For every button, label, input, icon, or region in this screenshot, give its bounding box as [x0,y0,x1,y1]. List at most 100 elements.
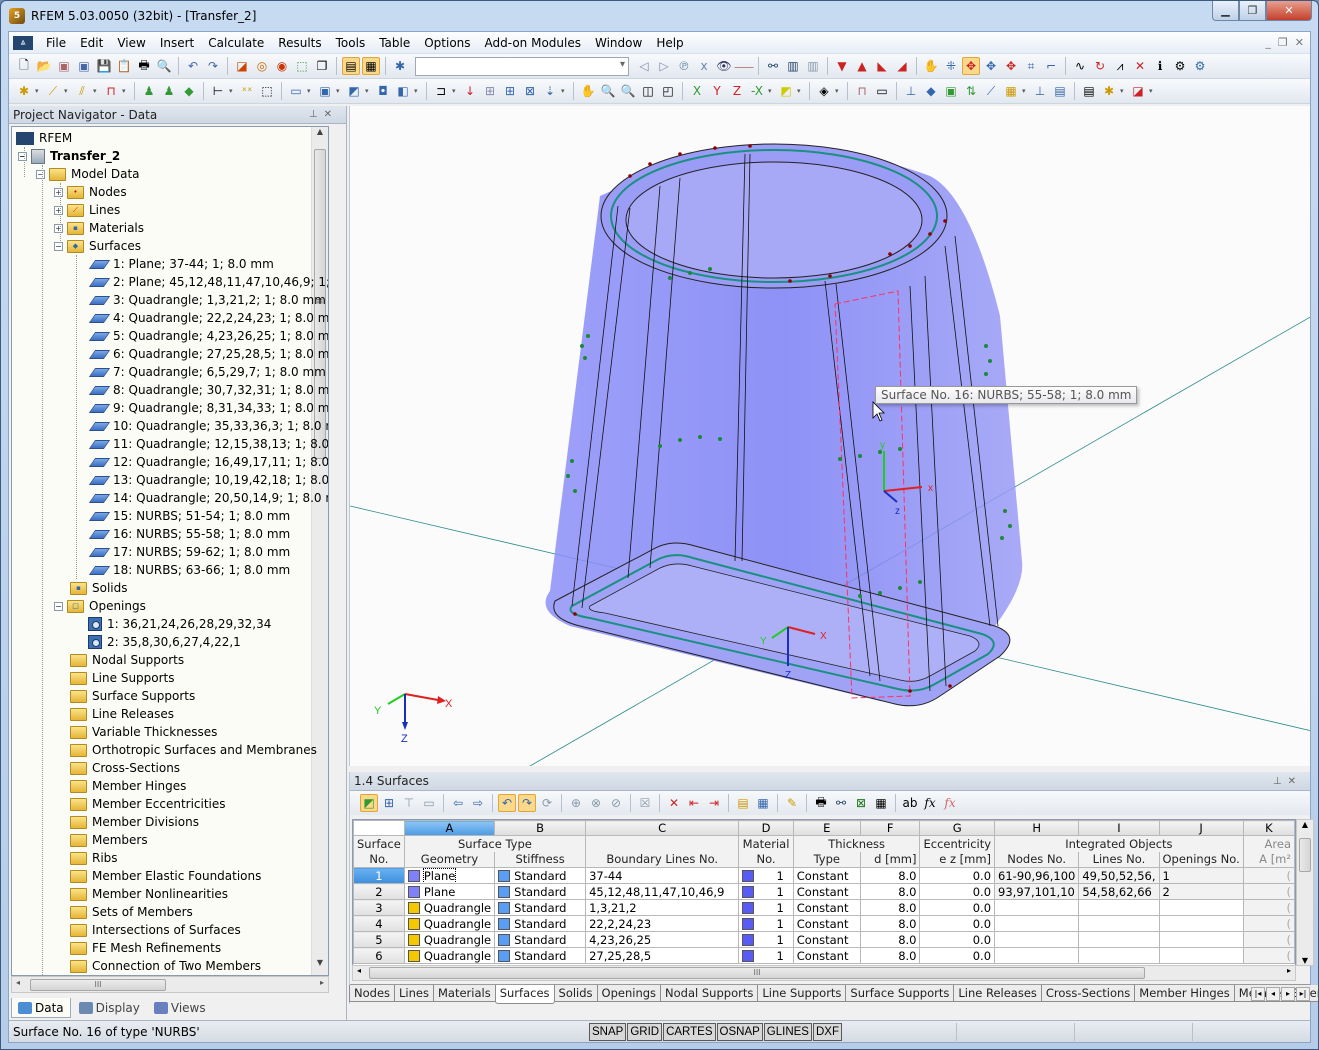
dimension-icon[interactable]: ⊢ [209,82,227,100]
view-move-icon[interactable]: ✥ [982,57,1000,75]
support-red-icon[interactable]: ▼ [833,57,851,75]
sheet-tab-openings[interactable]: Openings [596,985,662,1002]
tree-folder-lines[interactable]: + ⟋ Lines [54,201,120,219]
sheet-tab-line-supports[interactable]: Line Supports [757,985,847,1002]
new-node-icon[interactable]: ✱ [15,82,33,100]
move-down-icon[interactable]: ⊤ [400,794,418,812]
column-c-header[interactable]: C [585,820,740,836]
target-icon[interactable]: ◉ [273,57,291,75]
tree-folder-members[interactable]: Members [70,831,148,849]
integrated-lines-cell[interactable] [1078,915,1160,932]
table-row[interactable]: 5 Quadrangle Standard 4,23,26,25 1 Constant 8.… [353,931,1295,948]
iso-view-icon[interactable]: ◰ [659,82,677,100]
row-number[interactable]: 4 [353,915,405,932]
tree-folder-member-eccentricities[interactable]: Member Eccentricities [70,795,226,813]
tree-surface-item[interactable]: 12: Quadrangle; 16,49,17,11; 1; 8.0 mm [88,453,328,471]
eccentricity-cell[interactable]: 0.0 [919,947,996,964]
navigator-tab-views[interactable]: Views [148,998,212,1018]
column-d-header[interactable]: D [738,820,794,836]
sheet-tab-nodal-supports[interactable]: Nodal Supports [660,985,759,1002]
filter3-icon[interactable]: ⊘ [607,794,625,812]
view-rotate-icon[interactable]: ✥ [962,57,980,75]
previous-table-icon[interactable]: ⇦ [449,794,467,812]
material-cell[interactable]: 1 [738,867,794,884]
integrated-nodes-cell[interactable] [994,915,1080,932]
column-b-header[interactable]: B [494,820,587,836]
solid-result-icon[interactable]: ▣ [942,82,960,100]
next-tab-icon[interactable]: ▸ [1281,987,1295,1001]
next-icon[interactable]: ▷ [655,57,673,75]
geometry-cell[interactable]: Quadrangle [403,899,496,916]
integrated-lines-cell[interactable]: 54,58,62,66 [1078,883,1160,900]
column-f-header[interactable]: F [859,820,921,836]
tree-model-data[interactable]: − Model Data [36,165,140,183]
results-icon[interactable]: ℗ [675,57,693,75]
stiffness-cell[interactable]: Standard [494,947,587,964]
stiffness-cell[interactable]: Standard [494,883,587,900]
tree-folder-member-elastic-foundations[interactable]: Member Elastic Foundations [70,867,261,885]
result-table-icon[interactable]: ▥ [784,57,802,75]
thickness-type-cell[interactable]: Constant [792,899,861,916]
tree-folder-sets-of-members[interactable]: Sets of Members [70,903,193,921]
member-load-icon[interactable]: ⊞ [481,82,499,100]
minimize-button[interactable]: ▁ [1212,1,1239,21]
print-preview-icon[interactable]: 🔍 [155,57,173,75]
new-window-icon[interactable]: ❐ [313,57,331,75]
result-table2-icon[interactable]: ▥ [804,57,822,75]
restore-button[interactable]: ❐ [1239,1,1266,21]
row-number[interactable]: 2 [353,883,405,900]
tree-folder-materials[interactable]: + ▪ Materials [54,219,144,237]
member-type-icon[interactable]: ▭ [873,82,891,100]
tree-surface-item[interactable]: 5: Quadrangle; 4,23,26,25; 1; 8.0 mm [88,327,328,345]
pan-icon[interactable]: ✋ [922,57,940,75]
table-view-icon[interactable]: ▤ [342,57,360,75]
tree-surface-item[interactable]: 2: Plane; 45,12,48,11,47,10,46,9; 1; 8.0… [88,273,328,291]
load-case-icon[interactable]: ✱ [391,57,409,75]
visibility-icon[interactable]: ◈ [815,82,833,100]
delete-icon[interactable]: ☒ [636,794,654,812]
geometry-cell[interactable]: Quadrangle [403,947,496,964]
model-data-icon[interactable]: ◪ [233,57,251,75]
material-cell[interactable]: 1 [738,931,794,948]
tree-surface-item[interactable]: 4: Quadrangle; 22,2,24,23; 1; 8.0 mm [88,309,328,327]
tree-folder-surfaces[interactable]: − ◆ Surfaces [54,237,141,255]
stiffness-cell[interactable]: Standard [494,915,587,932]
select-window-icon[interactable]: ⬚ [293,57,311,75]
table-vertical-scrollbar[interactable]: ▲ ▼ [1296,819,1314,966]
menu-insert[interactable]: Insert [153,36,201,50]
new-line-icon[interactable]: ⟋ [44,82,62,100]
nodal-load-icon[interactable]: ↓ [461,82,479,100]
expand-icon[interactable]: − [54,241,63,251]
column-g-header[interactable]: G [919,820,996,836]
connect-icon[interactable]: ∿ [1071,57,1089,75]
material-cell[interactable]: 1 [738,947,794,964]
tree-opening-item[interactable]: 2: 35,8,30,6,27,4,22,1 [88,633,241,651]
display-filter-icon[interactable]: ◩ [777,82,795,100]
snap-toggle[interactable]: SNAP [589,1022,627,1041]
integrated-openings-cell[interactable] [1158,931,1244,948]
navigator-tab-display[interactable]: Display [73,998,146,1018]
glines-toggle[interactable]: GLINES [763,1022,812,1041]
tree-folder-openings[interactable]: − □ Openings [54,597,146,615]
table-layout-icon[interactable]: ▦ [754,794,772,812]
view-z-icon[interactable]: Z [728,82,746,100]
tree-folder-member-nonlinearities[interactable]: Member Nonlinearities [70,885,228,903]
material-cell[interactable]: 1 [738,915,794,932]
view-minus-x-icon[interactable]: -X [748,82,766,100]
material-cell[interactable]: 1 [738,899,794,916]
menu-add-on-modules[interactable]: Add-on Modules [478,36,588,50]
surface-result-icon[interactable]: ◆ [922,82,940,100]
cartes-toggle[interactable]: CARTES [663,1022,716,1041]
menu-view[interactable]: View [110,36,152,50]
delete-node-icon[interactable]: ✕ [1131,57,1149,75]
tree-project[interactable]: − Transfer_2 [18,147,120,165]
thickness-type-cell[interactable]: Constant [792,883,861,900]
surface-load-icon[interactable]: ⊞ [501,82,519,100]
column-a-header[interactable]: A [403,820,496,836]
solid-box-icon[interactable]: ◘ [374,82,392,100]
remove-function-icon[interactable]: fx [941,794,959,812]
calculator-icon[interactable]: ▦ [872,794,890,812]
new-file-icon[interactable]: 🗋 [15,57,33,75]
select-node-icon[interactable]: ◎ [253,57,271,75]
navigator-close-icon[interactable]: ✕ [324,109,338,120]
